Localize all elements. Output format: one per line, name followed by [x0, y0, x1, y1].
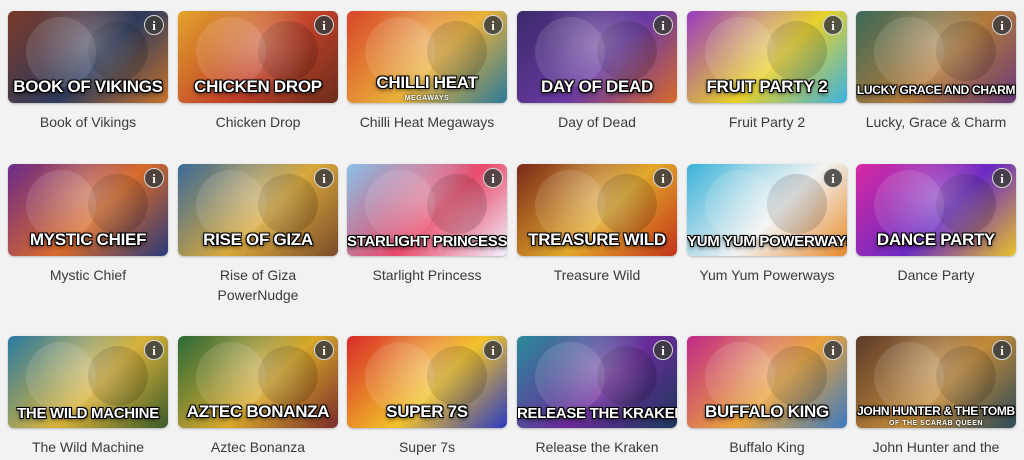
info-icon[interactable]: i [823, 15, 843, 35]
game-art-subtitle: MEGAWAYS [404, 95, 450, 102]
game-title[interactable]: Mystic Chief [8, 265, 168, 285]
info-icon[interactable]: i [314, 340, 334, 360]
game-tile[interactable]: DAY OF DEAD i Day of Dead [517, 11, 677, 132]
game-thumbnail[interactable]: BOOK OF VIKINGS i [8, 11, 168, 103]
game-thumbnail[interactable]: JOHN HUNTER & THE TOMB OF THE SCARAB QUEE… [856, 336, 1016, 428]
game-art-title: RELEASE THE KRAKEN [517, 405, 677, 422]
info-icon[interactable]: i [823, 168, 843, 188]
game-title[interactable]: Rise of Giza PowerNudge [178, 265, 338, 305]
info-icon[interactable]: i [653, 340, 673, 360]
game-thumbnail[interactable]: CHILLI HEAT MEGAWAYS i [347, 11, 507, 103]
game-title[interactable]: Super 7s [347, 437, 507, 457]
game-thumbnail[interactable]: DAY OF DEAD i [517, 11, 677, 103]
info-icon[interactable]: i [653, 15, 673, 35]
game-tile[interactable]: LUCKY GRACE AND CHARM i Lucky, Grace & Cha… [856, 11, 1016, 132]
game-art-title: MYSTIC CHIEF [29, 230, 147, 249]
game-thumbnail[interactable]: RELEASE THE KRAKEN i [517, 336, 677, 428]
game-art-subtitle: OF THE SCARAB QUEEN [889, 420, 983, 427]
game-tile[interactable]: RELEASE THE KRAKEN i Release the Kraken [517, 336, 677, 457]
game-title[interactable]: Fruit Party 2 [687, 112, 847, 132]
game-thumbnail[interactable]: LUCKY GRACE AND CHARM i [856, 11, 1016, 103]
info-icon[interactable]: i [483, 340, 503, 360]
info-icon[interactable]: i [653, 168, 673, 188]
game-title[interactable]: John Hunter and the [856, 437, 1016, 457]
game-art-title: TREASURE WILD [528, 230, 666, 249]
game-art-title: RISE OF GIZA [203, 230, 313, 249]
game-art-title: YUM YUM POWERWAYS [687, 233, 847, 250]
game-title[interactable]: Chicken Drop [178, 112, 338, 132]
game-title[interactable]: Starlight Princess [347, 265, 507, 285]
info-icon[interactable]: i [144, 340, 164, 360]
game-art-title: DANCE PARTY [876, 230, 996, 249]
game-title[interactable]: Release the Kraken [517, 437, 677, 457]
game-thumbnail[interactable]: BUFFALO KING i [687, 336, 847, 428]
game-art-title: DAY OF DEAD [541, 77, 653, 96]
game-title[interactable]: Dance Party [856, 265, 1016, 285]
info-icon[interactable]: i [992, 340, 1012, 360]
game-title[interactable]: Book of Vikings [8, 112, 168, 132]
game-title[interactable]: Day of Dead [517, 112, 677, 132]
game-title[interactable]: Lucky, Grace & Charm [856, 112, 1016, 132]
game-tile[interactable]: THE WILD MACHINE i The Wild Machine [8, 336, 168, 457]
game-tile[interactable]: MYSTIC CHIEF i Mystic Chief [8, 164, 168, 285]
game-title[interactable]: Buffalo King [687, 437, 847, 457]
game-thumbnail[interactable]: STARLIGHT PRINCESS i [347, 164, 507, 256]
game-tile[interactable]: STARLIGHT PRINCESS i Starlight Princess [347, 164, 507, 285]
info-icon[interactable]: i [314, 168, 334, 188]
game-thumbnail[interactable]: MYSTIC CHIEF i [8, 164, 168, 256]
game-art-title: BUFFALO KING [705, 402, 829, 421]
game-thumbnail[interactable]: RISE OF GIZA i [178, 164, 338, 256]
game-tile[interactable]: RISE OF GIZA i Rise of Giza PowerNudge [178, 164, 338, 305]
game-thumbnail[interactable]: FRUIT PARTY 2 i [687, 11, 847, 103]
game-title[interactable]: Yum Yum Powerways [687, 265, 847, 285]
game-art-title: STARLIGHT PRINCESS [347, 233, 507, 250]
game-title[interactable]: Treasure Wild [517, 265, 677, 285]
game-tile[interactable]: AZTEC BONANZA i Aztec Bonanza [178, 336, 338, 457]
game-art-title: AZTEC BONANZA [186, 402, 330, 421]
info-icon[interactable]: i [483, 168, 503, 188]
games-grid: BOOK OF VIKINGS i Book of Vikings CHICKEN D… [0, 0, 1024, 460]
game-tile[interactable]: JOHN HUNTER & THE TOMB OF THE SCARAB QUEE… [856, 336, 1016, 457]
game-thumbnail[interactable]: TREASURE WILD i [517, 164, 677, 256]
game-tile[interactable]: BOOK OF VIKINGS i Book of Vikings [8, 11, 168, 132]
game-tile[interactable]: SUPER 7S i Super 7s [347, 336, 507, 457]
game-art-title: THE WILD MACHINE [17, 405, 159, 422]
info-icon[interactable]: i [992, 168, 1012, 188]
game-tile[interactable]: BUFFALO KING i Buffalo King [687, 336, 847, 457]
info-icon[interactable]: i [144, 168, 164, 188]
game-title[interactable]: The Wild Machine [8, 437, 168, 457]
info-icon[interactable]: i [144, 15, 164, 35]
game-thumbnail[interactable]: CHICKEN DROP i [178, 11, 338, 103]
game-art-title: CHICKEN DROP [194, 77, 322, 96]
game-tile[interactable]: FRUIT PARTY 2 i Fruit Party 2 [687, 11, 847, 132]
info-icon[interactable]: i [823, 340, 843, 360]
game-thumbnail[interactable]: YUM YUM POWERWAYS i [687, 164, 847, 256]
game-thumbnail[interactable]: THE WILD MACHINE i [8, 336, 168, 428]
game-art-title: FRUIT PARTY 2 [706, 77, 828, 96]
game-thumbnail[interactable]: AZTEC BONANZA i [178, 336, 338, 428]
info-icon[interactable]: i [483, 15, 503, 35]
game-tile[interactable]: CHICKEN DROP i Chicken Drop [178, 11, 338, 132]
game-art-title: JOHN HUNTER & THE TOMB [857, 404, 1015, 418]
game-art-title: BOOK OF VIKINGS [13, 77, 163, 96]
info-icon[interactable]: i [314, 15, 334, 35]
game-thumbnail[interactable]: SUPER 7S i [347, 336, 507, 428]
game-art-title: SUPER 7S [386, 402, 468, 421]
game-thumbnail[interactable]: DANCE PARTY i [856, 164, 1016, 256]
info-icon[interactable]: i [992, 15, 1012, 35]
game-title[interactable]: Aztec Bonanza [178, 437, 338, 457]
game-art-title: CHILLI HEAT [376, 73, 478, 92]
game-tile[interactable]: YUM YUM POWERWAYS i Yum Yum Powerways [687, 164, 847, 285]
game-tile[interactable]: CHILLI HEAT MEGAWAYS i Chilli Heat Megaways [347, 11, 507, 132]
game-art-title: LUCKY GRACE AND CHARM [856, 83, 1016, 97]
game-tile[interactable]: TREASURE WILD i Treasure Wild [517, 164, 677, 285]
game-tile[interactable]: DANCE PARTY i Dance Party [856, 164, 1016, 285]
game-title[interactable]: Chilli Heat Megaways [347, 112, 507, 132]
